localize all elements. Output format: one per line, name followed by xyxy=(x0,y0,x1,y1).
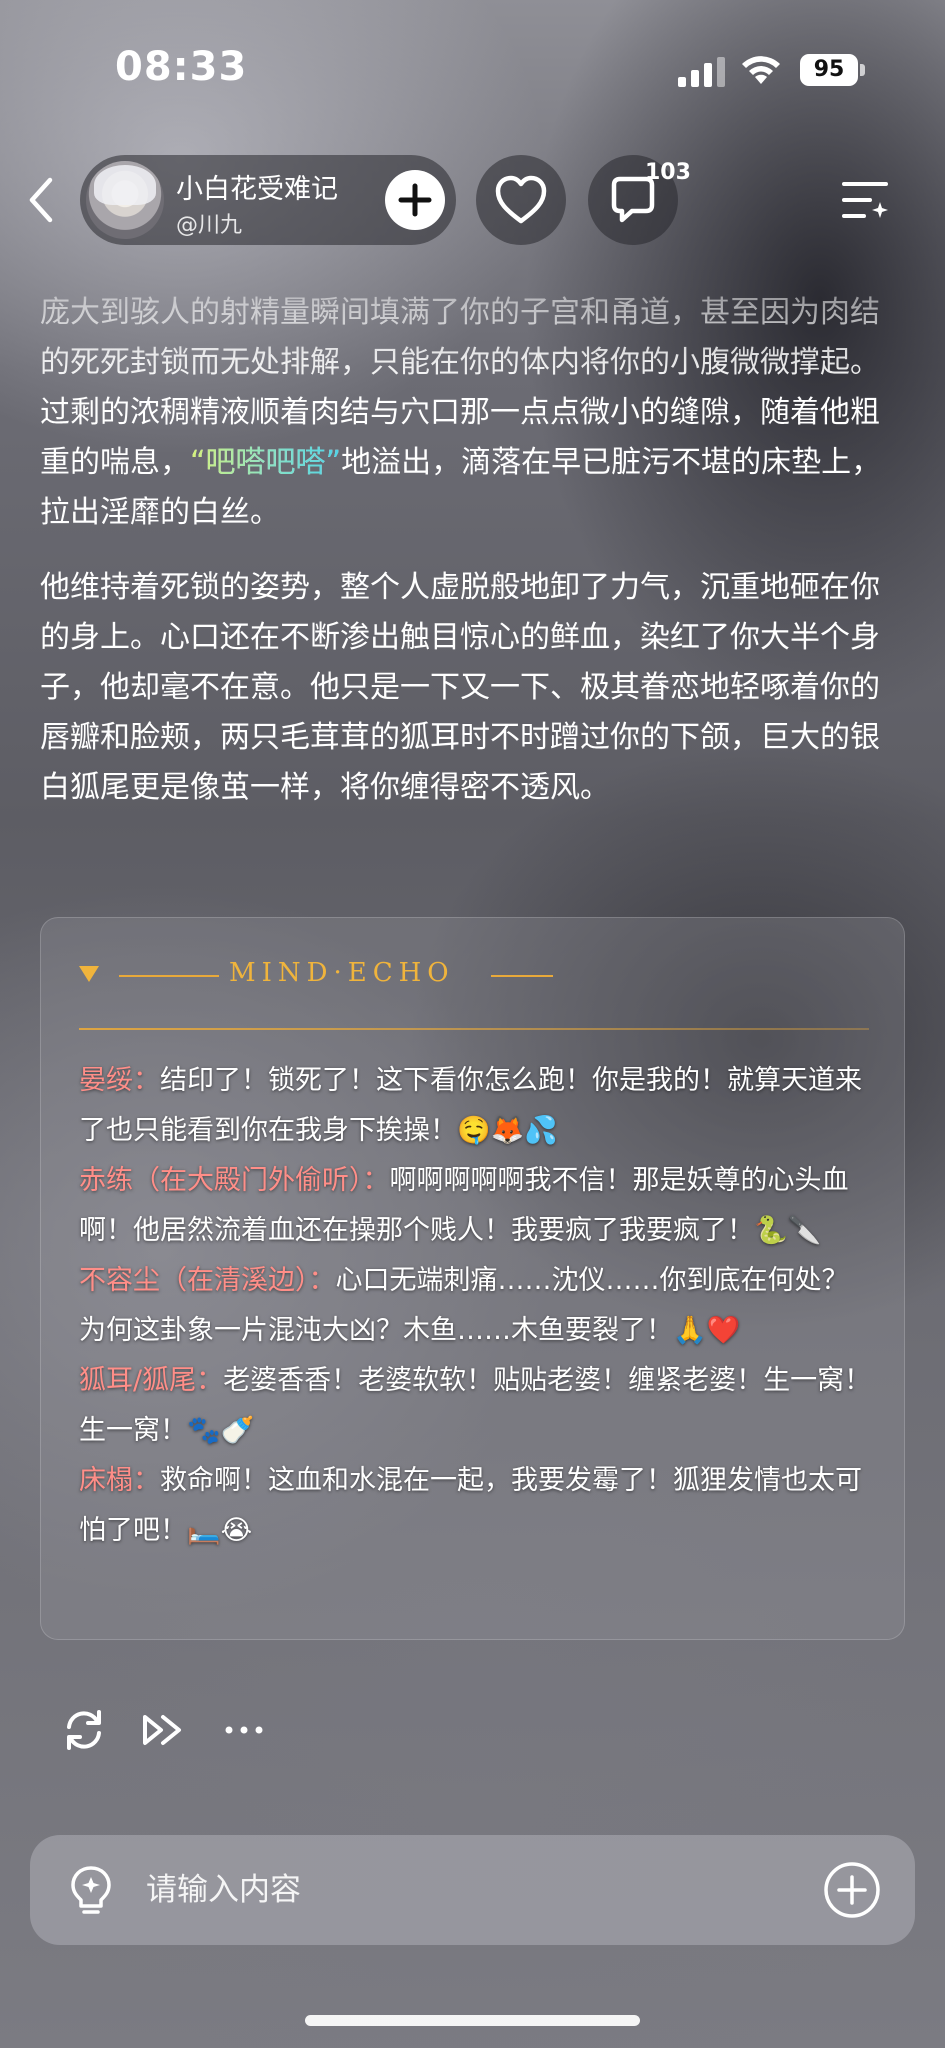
chat-input-bar xyxy=(30,1835,915,1945)
story-paragraph: 庞大到骇人的射精量瞬间填满了你的子宫和甬道，甚至因为肉结的死死封锁而无处排解，只… xyxy=(40,288,905,538)
regenerate-icon[interactable] xyxy=(59,1705,109,1755)
title-line-right xyxy=(491,975,553,977)
battery-level: 95 xyxy=(800,54,858,86)
echo-speaker: 不容尘（在清溪边） xyxy=(79,1265,309,1296)
message-toolbar xyxy=(55,1700,295,1760)
story-title: 小白花受难记 xyxy=(176,174,338,205)
follow-button[interactable] xyxy=(385,170,445,230)
like-button[interactable] xyxy=(476,155,566,245)
echo-entry: 赤练（在大殿门外偷听）：啊啊啊啊啊我不信！那是妖尊的心头血啊！他居然流着血还在操… xyxy=(79,1156,874,1256)
battery-cap xyxy=(860,64,865,76)
mind-echo-entries: 晏绥：结印了！锁死了！这下看你怎么跑！你是我的！就算天道来了也只能看到你在我身下… xyxy=(79,1056,874,1556)
author-pill[interactable]: 小白花受难记 @川九 xyxy=(80,155,456,245)
echo-entry: 狐耳/狐尾：老婆香香！老婆软软！贴贴老婆！缠紧老婆！生一窝！生一窝！🐾🍼 xyxy=(79,1356,874,1456)
echo-entry: 晏绥：结印了！锁死了！这下看你怎么跑！你是我的！就算天道来了也只能看到你在我身下… xyxy=(79,1056,874,1156)
echo-entry: 不容尘（在清溪边）：心口无端刺痛……沈仪……你到底在何处？为何这卦象一片混沌大凶… xyxy=(79,1256,874,1356)
echo-speaker: 晏绥 xyxy=(79,1065,133,1096)
onomatopoeia-highlight: “吧嗒吧嗒” xyxy=(190,445,342,480)
echo-speaker: 狐耳/狐尾 xyxy=(79,1365,197,1396)
add-circle-icon[interactable] xyxy=(822,1860,882,1920)
comment-count: 103 xyxy=(645,160,691,185)
home-indicator[interactable] xyxy=(305,2015,640,2026)
echo-separator: ： xyxy=(133,1465,160,1496)
status-bar: 08:33 95 xyxy=(0,0,945,130)
echo-separator: ： xyxy=(362,1165,390,1196)
status-time: 08:33 xyxy=(115,44,248,90)
echo-separator: ： xyxy=(196,1365,224,1396)
chat-input[interactable] xyxy=(146,1860,826,1920)
more-icon[interactable] xyxy=(219,1705,269,1755)
echo-speaker: 床榻 xyxy=(79,1465,133,1496)
echo-entry: 床榻：救命啊！这血和水混在一起，我要发霉了！狐狸发情也太可怕了吧！🛏️😭 xyxy=(79,1456,874,1556)
mind-echo-header[interactable]: MIND·ECHO xyxy=(79,956,869,996)
wifi-icon xyxy=(742,56,780,84)
menu-icon[interactable] xyxy=(838,172,894,228)
echo-separator: ： xyxy=(308,1265,336,1296)
echo-separator: ： xyxy=(133,1065,160,1096)
echo-text: 救命啊！这血和水混在一起，我要发霉了！狐狸发情也太可怕了吧！🛏️😭 xyxy=(79,1465,862,1546)
author-handle: @川九 xyxy=(176,213,243,238)
title-line-left xyxy=(119,975,219,977)
collapse-triangle-icon[interactable] xyxy=(79,966,99,982)
story-content: 庞大到骇人的射精量瞬间填满了你的子宫和甬道，甚至因为肉结的死死封锁而无处排解，只… xyxy=(40,288,905,838)
mind-echo-title: MIND·ECHO xyxy=(229,958,455,988)
inspiration-bulb-icon[interactable] xyxy=(64,1862,118,1918)
author-avatar[interactable] xyxy=(86,161,164,239)
mind-echo-card: MIND·ECHO 晏绥：结印了！锁死了！这下看你怎么跑！你是我的！就算天道来了… xyxy=(40,917,905,1640)
story-paragraph: 他维持着死锁的姿势，整个人虚脱般地卸了力气，沉重地砸在你的身上。心口还在不断渗出… xyxy=(40,570,880,805)
story-header: 小白花受难记 @川九 103 xyxy=(0,150,945,250)
echo-speaker: 赤练（在大殿门外偷听） xyxy=(79,1165,363,1196)
continue-icon[interactable] xyxy=(139,1705,189,1755)
echo-text: 结印了！锁死了！这下看你怎么跑！你是我的！就算天道来了也只能看到你在我身下挨操！… xyxy=(79,1065,862,1146)
mind-echo-divider xyxy=(79,1028,869,1030)
avatar-hair xyxy=(94,165,156,205)
heart-icon xyxy=(495,175,547,224)
back-icon[interactable] xyxy=(20,170,64,230)
cellular-signal-icon xyxy=(678,57,725,87)
battery-icon: 95 xyxy=(800,54,866,86)
follow-plus-icon xyxy=(398,183,432,217)
